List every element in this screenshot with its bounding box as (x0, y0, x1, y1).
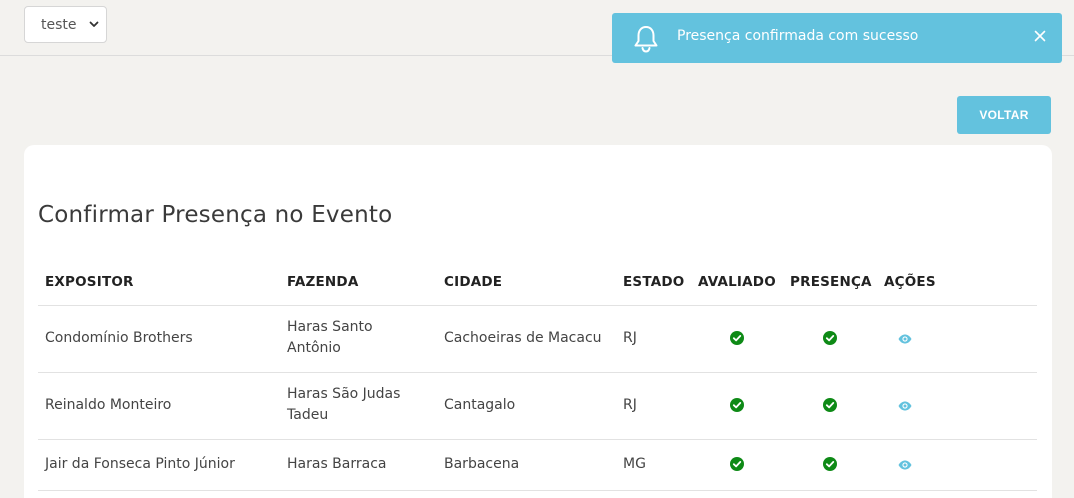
cell-expositor: Condomínio Brothers (45, 330, 193, 346)
table-divider (38, 305, 1037, 306)
content-card: Confirmar Presença no Evento EXPOSITOR F… (24, 145, 1052, 498)
cell-fazenda-line1: Haras Santo (287, 319, 373, 335)
table-divider (38, 439, 1037, 440)
check-circle-icon (823, 457, 837, 471)
eye-icon[interactable] (898, 401, 912, 411)
header-presenca: PRESENÇA (790, 274, 872, 290)
cell-estado: RJ (623, 330, 637, 346)
check-circle-icon (730, 331, 744, 345)
page-title: Confirmar Presença no Evento (38, 202, 393, 228)
eye-icon[interactable] (898, 460, 912, 470)
close-icon[interactable] (1032, 28, 1048, 44)
eye-icon[interactable] (898, 334, 912, 344)
cell-fazenda-line1: Haras São Judas (287, 386, 401, 402)
table-divider (38, 372, 1037, 373)
header-estado: ESTADO (623, 274, 685, 290)
cell-expositor: Jair da Fonseca Pinto Júnior (45, 456, 235, 472)
bell-icon (634, 26, 658, 53)
cell-fazenda-line1: Haras Barraca (287, 456, 387, 472)
cell-cidade: Cachoeiras de Macacu (444, 330, 602, 346)
toast-message: Presença confirmada com sucesso (677, 28, 919, 44)
check-circle-icon (730, 457, 744, 471)
check-circle-icon (730, 398, 744, 412)
header-fazenda: FAZENDA (287, 274, 359, 290)
header-avaliado: AVALIADO (698, 274, 776, 290)
cell-fazenda-line2: Antônio (287, 340, 341, 356)
cell-cidade: Barbacena (444, 456, 520, 472)
cell-cidade: Cantagalo (444, 397, 516, 413)
cell-estado: MG (623, 456, 646, 472)
header-cidade: CIDADE (444, 274, 503, 290)
table-divider (38, 490, 1037, 491)
cell-expositor: Reinaldo Monteiro (45, 397, 172, 413)
event-select[interactable]: teste (24, 6, 107, 43)
event-select-value: teste (41, 16, 77, 33)
header-acoes: AÇÕES (884, 274, 936, 290)
cell-fazenda-line2: Tadeu (287, 407, 329, 423)
chevron-down-icon (89, 21, 99, 27)
cell-estado: RJ (623, 397, 637, 413)
check-circle-icon (823, 331, 837, 345)
back-button[interactable]: VOLTAR (957, 96, 1051, 134)
header-expositor: EXPOSITOR (45, 274, 134, 290)
check-circle-icon (823, 398, 837, 412)
success-toast: Presença confirmada com sucesso (612, 13, 1062, 63)
